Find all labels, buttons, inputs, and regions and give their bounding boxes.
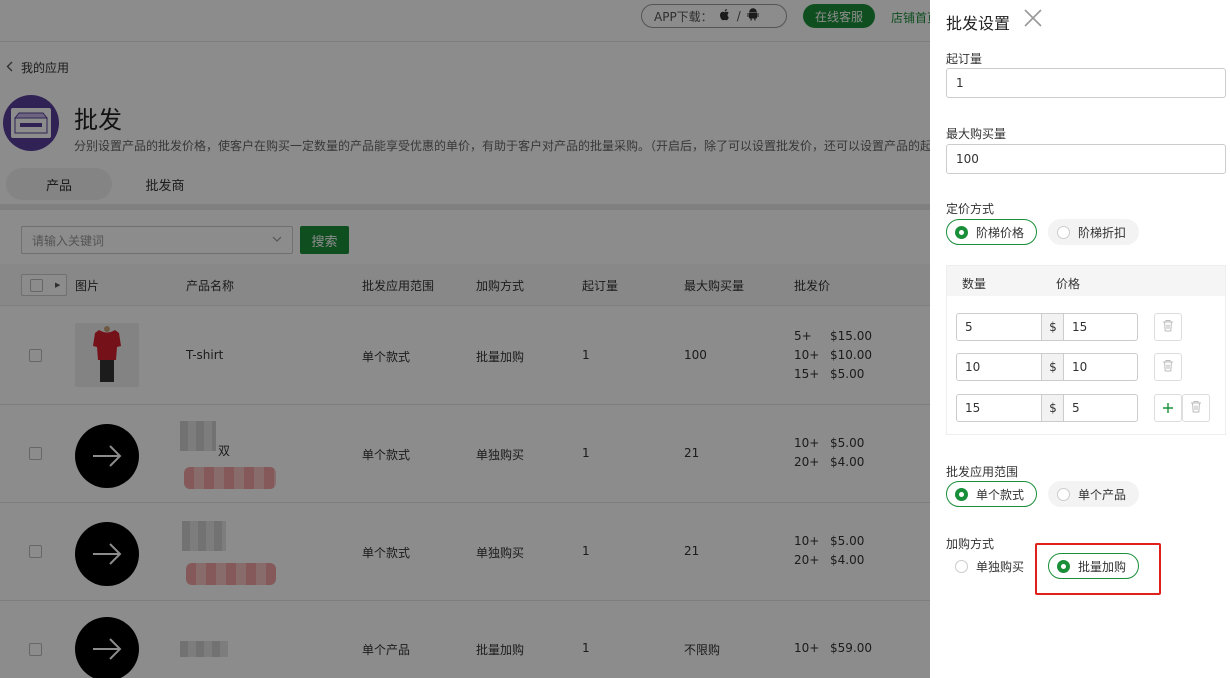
- tier-qty-input[interactable]: 5: [956, 313, 1042, 341]
- radio-single-purchase[interactable]: 单独购买: [946, 553, 1038, 579]
- radio-label: 单个款式: [976, 487, 1025, 502]
- radio-label: 单独购买: [976, 559, 1025, 574]
- max-purchase-label: 最大购买量: [946, 127, 1007, 141]
- radio-selected-icon: [955, 487, 968, 501]
- radio-unselected-icon: [955, 559, 968, 573]
- purchase-method-label: 加购方式: [946, 537, 995, 551]
- radio-selected-icon: [955, 225, 968, 239]
- radio-unselected-icon: [1057, 225, 1070, 239]
- close-icon[interactable]: [1023, 8, 1043, 28]
- tier-qty-input[interactable]: 10: [956, 353, 1042, 381]
- background-page: APP下载： / 在线客服 店铺首页 我的应用 批发 分别设置产品的批发价格，使…: [0, 0, 930, 678]
- currency-addon: $: [1042, 394, 1064, 422]
- price-header: 价格: [1056, 277, 1081, 291]
- annotation-highlight-box: [1035, 543, 1161, 595]
- pricing-method-label: 定价方式: [946, 202, 995, 216]
- trash-icon: [1190, 400, 1202, 416]
- add-tier-button[interactable]: [1154, 394, 1182, 422]
- trash-icon: [1162, 319, 1174, 335]
- modal-overlay[interactable]: [0, 0, 930, 678]
- radio-tiered-discount[interactable]: 阶梯折扣: [1048, 219, 1140, 245]
- tier-price-input[interactable]: 10: [1063, 353, 1138, 381]
- tier-price-input[interactable]: 5: [1063, 394, 1138, 422]
- panel-title: 批发设置: [946, 14, 1011, 33]
- trash-icon: [1162, 359, 1174, 375]
- radio-tiered-price[interactable]: 阶梯价格: [946, 219, 1038, 245]
- radio-label: 阶梯折扣: [1078, 225, 1127, 240]
- tier-table-header: 数量 价格: [947, 266, 1225, 296]
- currency-addon: $: [1042, 313, 1064, 341]
- radio-label: 单个产品: [1078, 487, 1127, 502]
- radio-single-product[interactable]: 单个产品: [1048, 481, 1140, 507]
- tier-table: 数量 价格 5 $ 15 10 $ 10 15 $ 5: [946, 265, 1226, 435]
- min-order-input[interactable]: 1: [946, 68, 1226, 98]
- delete-tier-button[interactable]: [1182, 394, 1210, 422]
- currency-addon: $: [1042, 353, 1064, 381]
- plus-icon: [1162, 399, 1174, 418]
- delete-tier-button[interactable]: [1154, 353, 1182, 381]
- tier-price-input[interactable]: 15: [1063, 313, 1138, 341]
- max-purchase-input[interactable]: 100: [946, 144, 1226, 174]
- delete-tier-button[interactable]: [1154, 313, 1182, 341]
- radio-label: 阶梯价格: [976, 225, 1025, 240]
- qty-header: 数量: [962, 277, 987, 291]
- min-order-label: 起订量: [946, 52, 983, 66]
- scope-label: 批发应用范围: [946, 465, 1019, 479]
- tier-qty-input[interactable]: 15: [956, 394, 1042, 422]
- radio-unselected-icon: [1057, 487, 1070, 501]
- radio-single-variant[interactable]: 单个款式: [946, 481, 1038, 507]
